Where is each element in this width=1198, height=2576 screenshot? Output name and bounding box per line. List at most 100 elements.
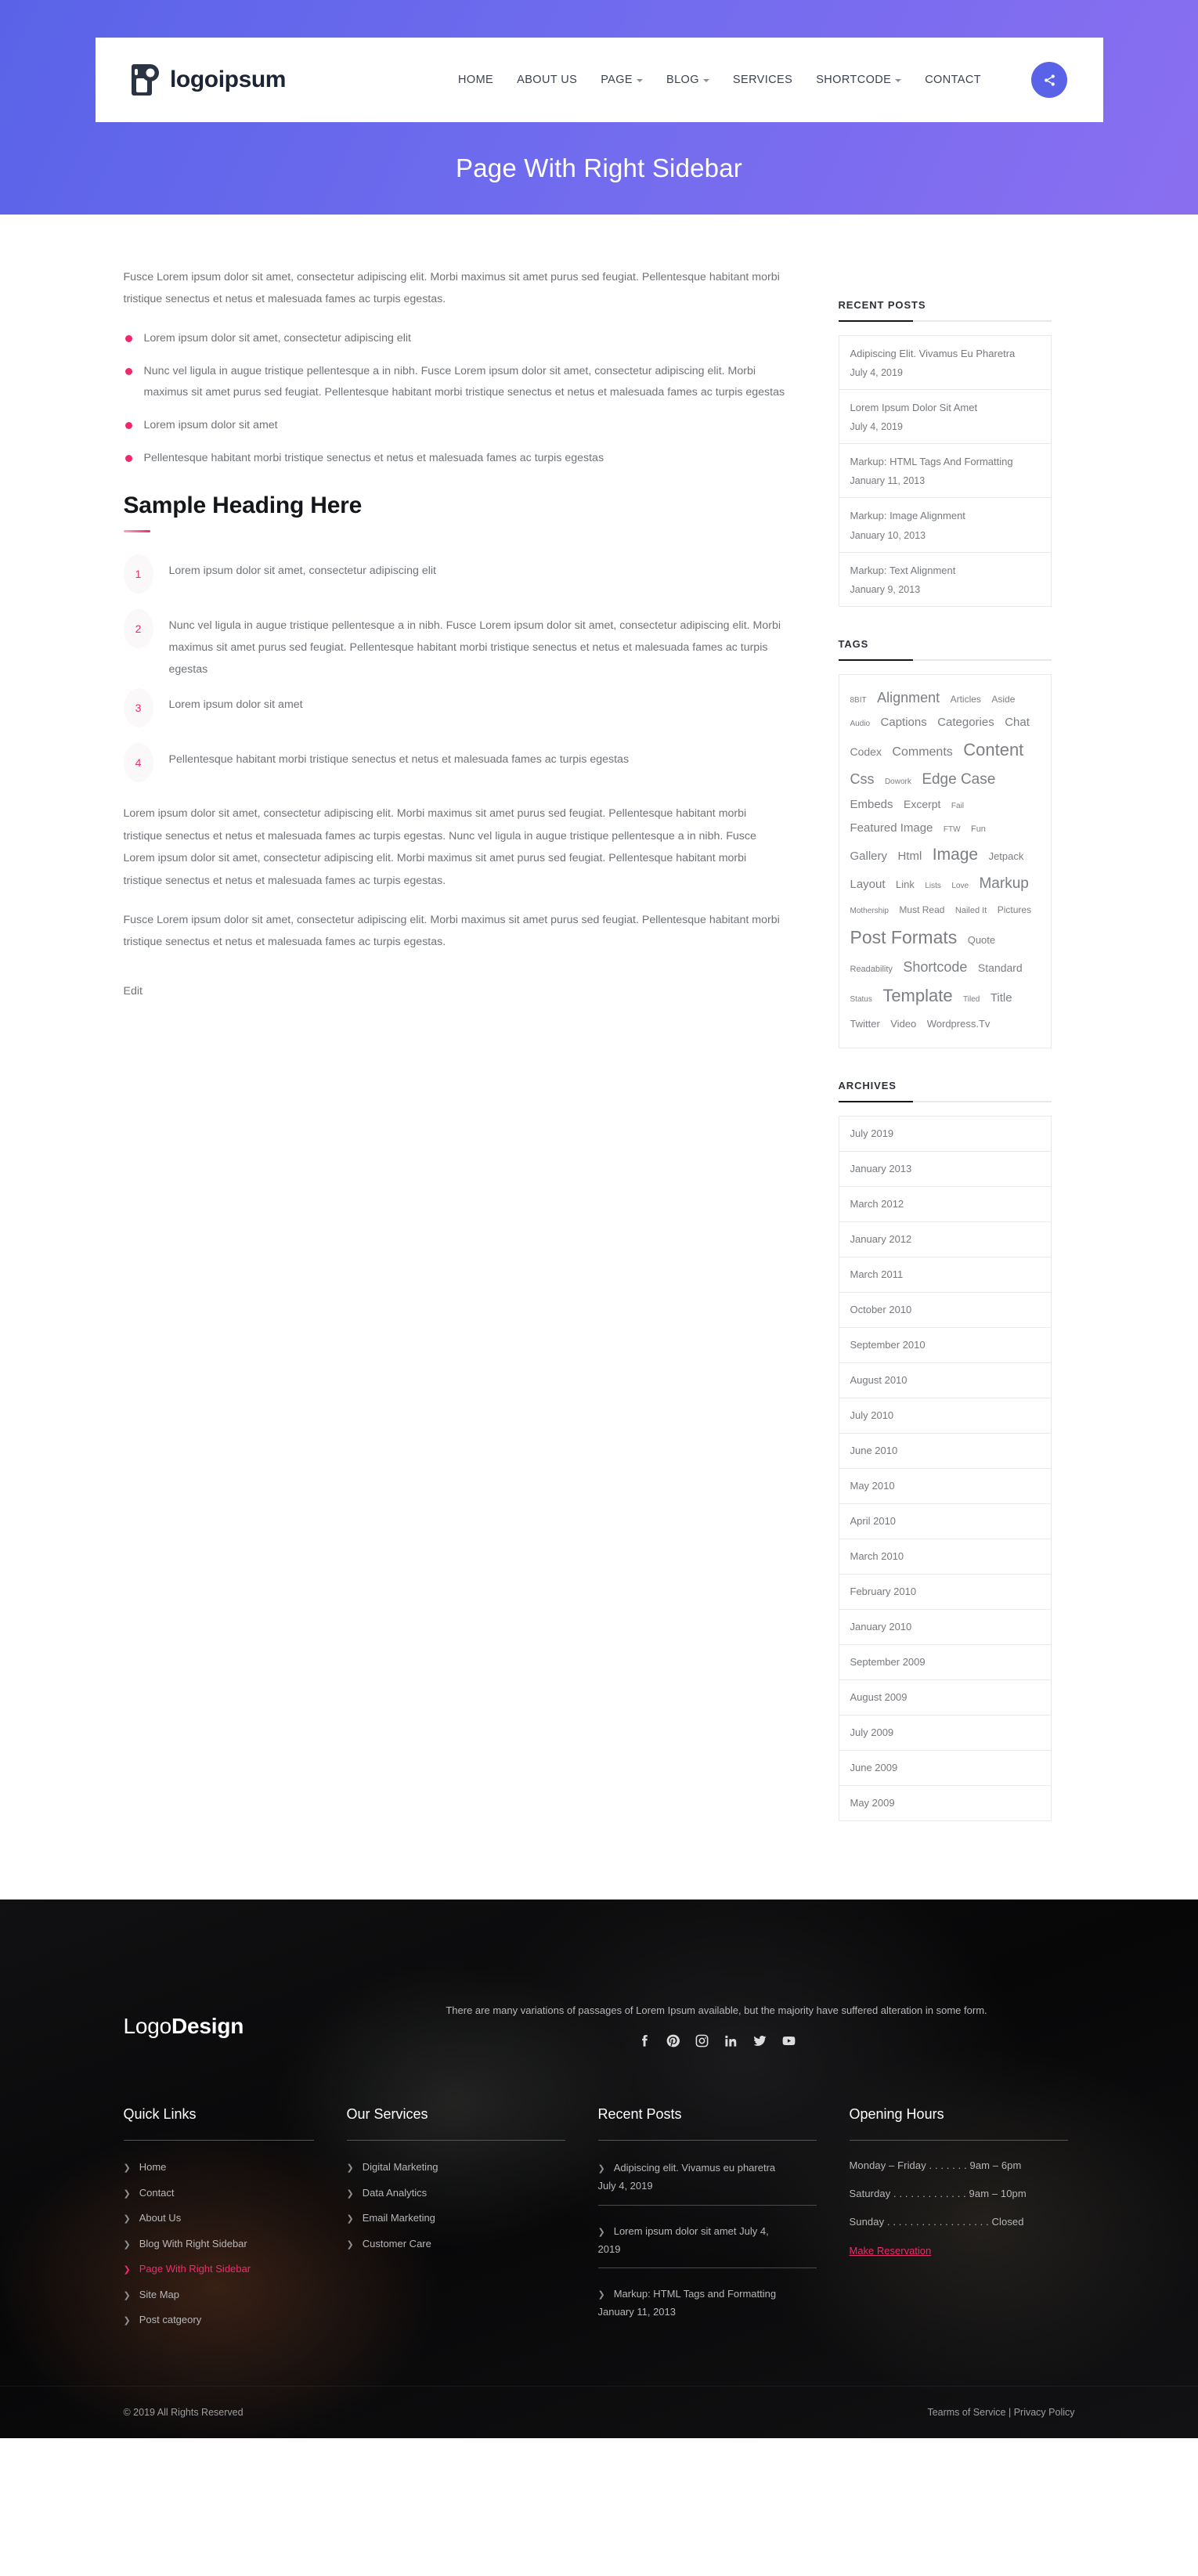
tag-link[interactable]: Video bbox=[890, 1015, 916, 1034]
list-item[interactable]: August 2010 bbox=[839, 1363, 1051, 1399]
list-item[interactable]: March 2010 bbox=[839, 1539, 1051, 1575]
list-item[interactable]: July 2009 bbox=[839, 1716, 1051, 1752]
list-item[interactable]: May 2009 bbox=[839, 1786, 1051, 1822]
footer-link-digital-marketing[interactable]: ❯ Digital Marketing bbox=[347, 2159, 576, 2175]
tag-link[interactable]: Alignment bbox=[877, 685, 940, 711]
tag-link[interactable]: Template bbox=[882, 980, 952, 1012]
tag-link[interactable]: Readability bbox=[850, 961, 893, 977]
twitter-icon[interactable] bbox=[752, 2033, 767, 2048]
tag-link[interactable]: Comments bbox=[892, 741, 952, 764]
tag-link[interactable]: Content bbox=[963, 734, 1023, 767]
tag-link[interactable]: Fun bbox=[971, 821, 986, 837]
list-item[interactable]: Markup: Text Alignment January 9, 2013 bbox=[839, 553, 1051, 607]
tag-link[interactable]: Shortcode bbox=[903, 954, 967, 980]
tag-link[interactable]: 8BIT bbox=[850, 694, 867, 709]
brand-logo[interactable]: logoipsum bbox=[130, 63, 286, 97]
share-button[interactable] bbox=[1031, 62, 1067, 98]
tag-link[interactable]: Captions bbox=[881, 712, 927, 734]
tag-link[interactable]: Edge Case bbox=[922, 766, 995, 793]
list-item[interactable]: September 2009 bbox=[839, 1645, 1051, 1681]
nav-item-page[interactable]: PAGE bbox=[601, 74, 644, 86]
tag-link[interactable]: Featured Image bbox=[850, 817, 933, 839]
footer-link-post-category[interactable]: ❯ Post catgeory bbox=[124, 2312, 325, 2328]
archive-link[interactable]: May 2009 bbox=[850, 1797, 895, 1809]
tag-link[interactable]: Twitter bbox=[850, 1015, 880, 1034]
youtube-icon[interactable] bbox=[781, 2033, 796, 2048]
footer-link-about-us[interactable]: ❯ About Us bbox=[124, 2210, 325, 2226]
nav-item-home[interactable]: HOME bbox=[458, 74, 493, 86]
list-item[interactable]: February 2010 bbox=[839, 1575, 1051, 1611]
tag-link[interactable]: Fail bbox=[951, 799, 964, 814]
tag-link[interactable]: Quote bbox=[968, 931, 995, 950]
archive-link[interactable]: October 2010 bbox=[850, 1304, 912, 1315]
footer-link-page-with-right-sidebar[interactable]: ❯ Page With Right Sidebar bbox=[124, 2261, 325, 2277]
tag-link[interactable]: Love bbox=[951, 879, 969, 894]
list-item[interactable]: March 2011 bbox=[839, 1257, 1051, 1293]
list-item[interactable]: October 2010 bbox=[839, 1293, 1051, 1329]
tag-link[interactable]: Chat bbox=[1005, 712, 1030, 734]
archive-link[interactable]: May 2010 bbox=[850, 1480, 895, 1492]
tag-link[interactable]: Gallery bbox=[850, 846, 888, 868]
tag-link[interactable]: Codex bbox=[850, 742, 882, 763]
footer-post-line[interactable]: ❯ Lorem ipsum dolor sit amet July 4, bbox=[598, 2223, 828, 2241]
facebook-icon[interactable] bbox=[637, 2033, 651, 2048]
tag-link[interactable]: Layout bbox=[850, 874, 886, 896]
nav-item-about-us[interactable]: ABOUT US bbox=[517, 74, 577, 86]
nav-item-contact[interactable]: CONTACT bbox=[925, 74, 981, 86]
footer-link-blog-with-right-sidebar[interactable]: ❯ Blog With Right Sidebar bbox=[124, 2236, 325, 2252]
archive-link[interactable]: July 2010 bbox=[850, 1409, 894, 1421]
archive-link[interactable]: March 2012 bbox=[850, 1198, 904, 1210]
footer-logo[interactable]: LogoDesign bbox=[96, 1975, 330, 2039]
archive-link[interactable]: June 2010 bbox=[850, 1445, 898, 1456]
tag-link[interactable]: Image bbox=[933, 840, 978, 871]
footer-post-item[interactable]: ❯ Markup: HTML Tags and Formatting Janua… bbox=[598, 2286, 828, 2322]
post-title[interactable]: Lorem Ipsum Dolor Sit Amet bbox=[850, 400, 1040, 416]
archive-link[interactable]: January 2013 bbox=[850, 1163, 912, 1174]
tag-link[interactable]: Wordpress.Tv bbox=[927, 1015, 991, 1034]
list-item[interactable]: July 2010 bbox=[839, 1398, 1051, 1434]
archive-link[interactable]: July 2009 bbox=[850, 1726, 894, 1738]
list-item[interactable]: July 2019 bbox=[839, 1117, 1051, 1153]
tag-link[interactable]: Markup bbox=[979, 870, 1028, 897]
list-item[interactable]: June 2009 bbox=[839, 1751, 1051, 1787]
footer-link-site-map[interactable]: ❯ Site Map bbox=[124, 2287, 325, 2303]
privacy-policy-link[interactable]: Privacy Policy bbox=[1014, 2407, 1075, 2418]
tag-link[interactable]: Pictures bbox=[998, 901, 1031, 918]
tag-link[interactable]: Must Read bbox=[899, 901, 944, 918]
tag-link[interactable]: Aside bbox=[991, 691, 1015, 708]
tag-link[interactable]: Nailed It bbox=[955, 903, 987, 918]
list-item[interactable]: January 2013 bbox=[839, 1152, 1051, 1188]
footer-post-item[interactable]: ❯ Adipiscing elit. Vivamus eu pharetra J… bbox=[597, 2159, 828, 2206]
archive-link[interactable]: March 2011 bbox=[850, 1268, 904, 1280]
list-item[interactable]: Markup: Image Alignment January 10, 2013 bbox=[839, 498, 1051, 553]
tag-link[interactable]: Jetpack bbox=[989, 847, 1024, 866]
tag-link[interactable]: Title bbox=[991, 987, 1012, 1009]
make-reservation-link[interactable]: Make Reservation bbox=[850, 2245, 932, 2257]
terms-of-service-link[interactable]: Tearms of Service bbox=[927, 2407, 1005, 2418]
footer-link-data-analytics[interactable]: ❯ Data Analytics bbox=[347, 2185, 576, 2201]
tag-link[interactable]: FTW bbox=[944, 823, 961, 838]
tag-link[interactable]: Link bbox=[896, 875, 915, 894]
list-item[interactable]: Lorem Ipsum Dolor Sit Amet July 4, 2019 bbox=[839, 390, 1051, 445]
archive-link[interactable]: July 2019 bbox=[850, 1127, 894, 1139]
post-title[interactable]: Markup: HTML Tags And Formatting bbox=[850, 454, 1040, 470]
nav-item-blog[interactable]: BLOG bbox=[666, 74, 709, 86]
list-item[interactable]: January 2010 bbox=[839, 1610, 1051, 1646]
pinterest-icon[interactable] bbox=[666, 2033, 680, 2048]
archive-link[interactable]: January 2012 bbox=[850, 1233, 912, 1245]
archive-link[interactable]: September 2010 bbox=[850, 1339, 926, 1351]
archive-link[interactable]: March 2010 bbox=[850, 1550, 904, 1562]
post-title[interactable]: Markup: Text Alignment bbox=[850, 563, 1040, 579]
footer-post-line[interactable]: ❯ Markup: HTML Tags and Formatting bbox=[598, 2286, 828, 2304]
tag-link[interactable]: Articles bbox=[951, 691, 981, 708]
list-item[interactable]: Markup: HTML Tags And Formatting January… bbox=[839, 444, 1051, 499]
list-item[interactable]: March 2012 bbox=[839, 1187, 1051, 1223]
tag-link[interactable]: Standard bbox=[978, 958, 1023, 979]
list-item[interactable]: Adipiscing Elit. Vivamus Eu Pharetra Jul… bbox=[839, 336, 1051, 391]
tag-link[interactable]: Audio bbox=[850, 717, 871, 732]
tag-link[interactable]: Lists bbox=[925, 879, 941, 894]
edit-link[interactable]: Edit bbox=[124, 985, 143, 998]
tag-link[interactable]: Embeds bbox=[850, 794, 893, 816]
list-item[interactable]: April 2010 bbox=[839, 1504, 1051, 1540]
list-item[interactable]: January 2012 bbox=[839, 1222, 1051, 1258]
